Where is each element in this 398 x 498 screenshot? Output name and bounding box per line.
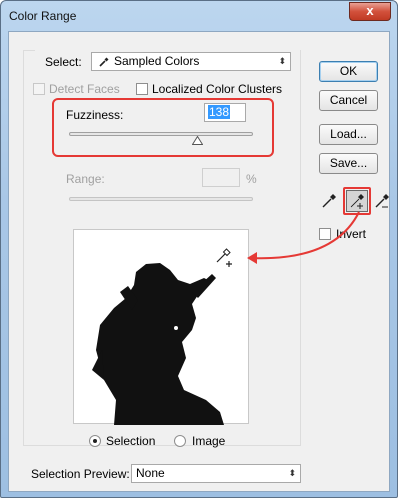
eyedropper-minus-icon: [375, 194, 389, 208]
range-label: Range:: [66, 172, 105, 186]
group-border-bottom: [23, 445, 301, 446]
image-radio[interactable]: [174, 435, 186, 447]
fuzziness-slider-thumb[interactable]: [192, 136, 203, 145]
load-button[interactable]: Load...: [319, 124, 378, 145]
fuzziness-label: Fuzziness:: [66, 108, 124, 122]
dialog-body: Select: Sampled Colors ⬍ Detect Faces Lo…: [8, 31, 390, 492]
fuzziness-value: 138: [208, 105, 231, 119]
detect-faces-label: Detect Faces: [49, 82, 120, 96]
color-range-dialog: Color Range x Select: Sampled Colors ⬍ D…: [0, 0, 398, 498]
select-dropdown[interactable]: Sampled Colors ⬍: [91, 52, 291, 71]
select-label: Select:: [45, 55, 82, 69]
localized-clusters-checkbox[interactable]: [136, 83, 148, 95]
group-border-left: [23, 50, 24, 445]
fuzziness-input[interactable]: 138: [204, 103, 246, 122]
group-border-top: [23, 50, 35, 51]
close-icon[interactable]: x: [366, 3, 373, 18]
title-bar[interactable]: Color Range x: [1, 1, 397, 31]
image-radio-label: Image: [192, 434, 226, 448]
cancel-button[interactable]: Cancel: [319, 90, 378, 111]
fuzziness-slider[interactable]: [69, 132, 253, 136]
save-button[interactable]: Save...: [319, 153, 378, 174]
range-slider[interactable]: [69, 197, 253, 201]
selection-radio-label: Selection: [106, 434, 156, 448]
window-title: Color Range: [9, 9, 77, 23]
eyedropper-plus-cursor-icon: [216, 248, 232, 267]
range-input[interactable]: [202, 168, 240, 187]
select-value: Sampled Colors: [114, 54, 200, 68]
close-button[interactable]: x: [349, 2, 391, 21]
eyedropper-icon: [99, 57, 109, 67]
ok-button[interactable]: OK: [319, 61, 378, 82]
selection-radio[interactable]: [89, 435, 101, 447]
chevron-updown-icon: ⬍: [278, 56, 286, 66]
localized-clusters-label: Localized Color Clusters: [152, 82, 283, 96]
range-unit: %: [246, 172, 257, 186]
selection-preview-value: None: [136, 466, 165, 480]
selection-preview-image[interactable]: [73, 229, 249, 425]
selection-preview-dropdown[interactable]: None ⬍: [131, 464, 301, 483]
subtract-from-sample-tool[interactable]: [371, 190, 393, 212]
detect-faces-checkbox[interactable]: [33, 83, 45, 95]
chevron-updown-icon: ⬍: [288, 468, 296, 478]
selection-preview-label: Selection Preview:: [31, 467, 130, 481]
annotation-arrow: [247, 211, 360, 264]
